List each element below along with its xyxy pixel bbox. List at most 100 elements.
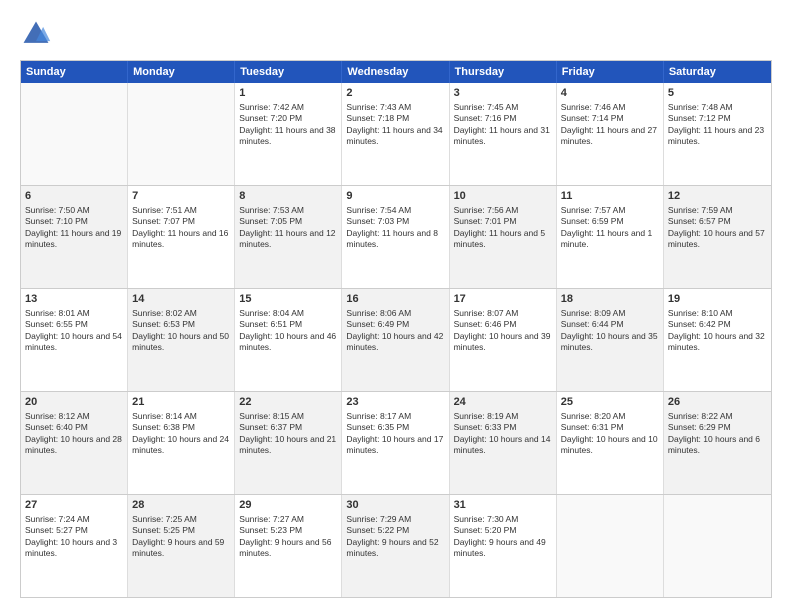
calendar-row-3: 20Sunrise: 8:12 AM Sunset: 6:40 PM Dayli… (21, 391, 771, 494)
cell-info: Sunrise: 7:46 AM Sunset: 7:14 PM Dayligh… (561, 102, 659, 148)
day-number: 13 (25, 292, 123, 307)
calendar-cell-0-6: 5Sunrise: 7:48 AM Sunset: 7:12 PM Daylig… (664, 83, 771, 185)
cell-info: Sunrise: 7:25 AM Sunset: 5:25 PM Dayligh… (132, 514, 230, 560)
day-number: 9 (346, 189, 444, 204)
calendar-cell-2-1: 14Sunrise: 8:02 AM Sunset: 6:53 PM Dayli… (128, 289, 235, 391)
day-number: 27 (25, 498, 123, 513)
day-number: 2 (346, 86, 444, 101)
day-number: 16 (346, 292, 444, 307)
header (20, 18, 772, 50)
calendar-cell-4-3: 30Sunrise: 7:29 AM Sunset: 5:22 PM Dayli… (342, 495, 449, 597)
day-number: 29 (239, 498, 337, 513)
calendar-cell-2-3: 16Sunrise: 8:06 AM Sunset: 6:49 PM Dayli… (342, 289, 449, 391)
calendar-row-2: 13Sunrise: 8:01 AM Sunset: 6:55 PM Dayli… (21, 288, 771, 391)
cell-info: Sunrise: 8:07 AM Sunset: 6:46 PM Dayligh… (454, 308, 552, 354)
day-number: 24 (454, 395, 552, 410)
cell-info: Sunrise: 7:45 AM Sunset: 7:16 PM Dayligh… (454, 102, 552, 148)
header-day-thursday: Thursday (450, 61, 557, 83)
calendar-body: 1Sunrise: 7:42 AM Sunset: 7:20 PM Daylig… (21, 83, 771, 597)
cell-info: Sunrise: 8:02 AM Sunset: 6:53 PM Dayligh… (132, 308, 230, 354)
calendar-row-1: 6Sunrise: 7:50 AM Sunset: 7:10 PM Daylig… (21, 185, 771, 288)
page: SundayMondayTuesdayWednesdayThursdayFrid… (0, 0, 792, 612)
calendar-cell-0-3: 2Sunrise: 7:43 AM Sunset: 7:18 PM Daylig… (342, 83, 449, 185)
cell-info: Sunrise: 7:50 AM Sunset: 7:10 PM Dayligh… (25, 205, 123, 251)
calendar-cell-2-6: 19Sunrise: 8:10 AM Sunset: 6:42 PM Dayli… (664, 289, 771, 391)
calendar-cell-3-2: 22Sunrise: 8:15 AM Sunset: 6:37 PM Dayli… (235, 392, 342, 494)
cell-info: Sunrise: 7:42 AM Sunset: 7:20 PM Dayligh… (239, 102, 337, 148)
day-number: 30 (346, 498, 444, 513)
calendar-cell-1-1: 7Sunrise: 7:51 AM Sunset: 7:07 PM Daylig… (128, 186, 235, 288)
day-number: 15 (239, 292, 337, 307)
calendar-header: SundayMondayTuesdayWednesdayThursdayFrid… (21, 61, 771, 83)
calendar-cell-4-1: 28Sunrise: 7:25 AM Sunset: 5:25 PM Dayli… (128, 495, 235, 597)
day-number: 4 (561, 86, 659, 101)
calendar-cell-1-2: 8Sunrise: 7:53 AM Sunset: 7:05 PM Daylig… (235, 186, 342, 288)
cell-info: Sunrise: 7:57 AM Sunset: 6:59 PM Dayligh… (561, 205, 659, 251)
cell-info: Sunrise: 7:29 AM Sunset: 5:22 PM Dayligh… (346, 514, 444, 560)
day-number: 26 (668, 395, 767, 410)
day-number: 17 (454, 292, 552, 307)
cell-info: Sunrise: 7:48 AM Sunset: 7:12 PM Dayligh… (668, 102, 767, 148)
calendar-cell-2-4: 17Sunrise: 8:07 AM Sunset: 6:46 PM Dayli… (450, 289, 557, 391)
day-number: 3 (454, 86, 552, 101)
day-number: 31 (454, 498, 552, 513)
day-number: 25 (561, 395, 659, 410)
day-number: 6 (25, 189, 123, 204)
cell-info: Sunrise: 7:43 AM Sunset: 7:18 PM Dayligh… (346, 102, 444, 148)
calendar-cell-0-4: 3Sunrise: 7:45 AM Sunset: 7:16 PM Daylig… (450, 83, 557, 185)
cell-info: Sunrise: 7:30 AM Sunset: 5:20 PM Dayligh… (454, 514, 552, 560)
calendar-cell-1-5: 11Sunrise: 7:57 AM Sunset: 6:59 PM Dayli… (557, 186, 664, 288)
cell-info: Sunrise: 8:14 AM Sunset: 6:38 PM Dayligh… (132, 411, 230, 457)
calendar-cell-1-4: 10Sunrise: 7:56 AM Sunset: 7:01 PM Dayli… (450, 186, 557, 288)
calendar-cell-3-5: 25Sunrise: 8:20 AM Sunset: 6:31 PM Dayli… (557, 392, 664, 494)
header-day-monday: Monday (128, 61, 235, 83)
header-day-wednesday: Wednesday (342, 61, 449, 83)
cell-info: Sunrise: 8:01 AM Sunset: 6:55 PM Dayligh… (25, 308, 123, 354)
cell-info: Sunrise: 8:09 AM Sunset: 6:44 PM Dayligh… (561, 308, 659, 354)
logo (20, 18, 56, 50)
calendar-cell-3-3: 23Sunrise: 8:17 AM Sunset: 6:35 PM Dayli… (342, 392, 449, 494)
day-number: 23 (346, 395, 444, 410)
day-number: 22 (239, 395, 337, 410)
calendar-row-4: 27Sunrise: 7:24 AM Sunset: 5:27 PM Dayli… (21, 494, 771, 597)
cell-info: Sunrise: 7:54 AM Sunset: 7:03 PM Dayligh… (346, 205, 444, 251)
cell-info: Sunrise: 7:27 AM Sunset: 5:23 PM Dayligh… (239, 514, 337, 560)
calendar-cell-3-0: 20Sunrise: 8:12 AM Sunset: 6:40 PM Dayli… (21, 392, 128, 494)
calendar-cell-0-1 (128, 83, 235, 185)
cell-info: Sunrise: 8:04 AM Sunset: 6:51 PM Dayligh… (239, 308, 337, 354)
day-number: 21 (132, 395, 230, 410)
calendar-cell-3-6: 26Sunrise: 8:22 AM Sunset: 6:29 PM Dayli… (664, 392, 771, 494)
calendar-cell-0-2: 1Sunrise: 7:42 AM Sunset: 7:20 PM Daylig… (235, 83, 342, 185)
cell-info: Sunrise: 8:06 AM Sunset: 6:49 PM Dayligh… (346, 308, 444, 354)
calendar-cell-1-0: 6Sunrise: 7:50 AM Sunset: 7:10 PM Daylig… (21, 186, 128, 288)
cell-info: Sunrise: 8:12 AM Sunset: 6:40 PM Dayligh… (25, 411, 123, 457)
header-day-friday: Friday (557, 61, 664, 83)
day-number: 12 (668, 189, 767, 204)
day-number: 1 (239, 86, 337, 101)
cell-info: Sunrise: 8:15 AM Sunset: 6:37 PM Dayligh… (239, 411, 337, 457)
calendar-cell-4-5 (557, 495, 664, 597)
day-number: 10 (454, 189, 552, 204)
logo-icon (20, 18, 52, 50)
cell-info: Sunrise: 7:59 AM Sunset: 6:57 PM Dayligh… (668, 205, 767, 251)
calendar-cell-1-3: 9Sunrise: 7:54 AM Sunset: 7:03 PM Daylig… (342, 186, 449, 288)
header-day-saturday: Saturday (664, 61, 771, 83)
calendar-row-0: 1Sunrise: 7:42 AM Sunset: 7:20 PM Daylig… (21, 83, 771, 185)
cell-info: Sunrise: 8:10 AM Sunset: 6:42 PM Dayligh… (668, 308, 767, 354)
calendar-cell-1-6: 12Sunrise: 7:59 AM Sunset: 6:57 PM Dayli… (664, 186, 771, 288)
calendar-cell-0-0 (21, 83, 128, 185)
day-number: 19 (668, 292, 767, 307)
day-number: 8 (239, 189, 337, 204)
calendar: SundayMondayTuesdayWednesdayThursdayFrid… (20, 60, 772, 598)
calendar-cell-0-5: 4Sunrise: 7:46 AM Sunset: 7:14 PM Daylig… (557, 83, 664, 185)
cell-info: Sunrise: 7:51 AM Sunset: 7:07 PM Dayligh… (132, 205, 230, 251)
header-day-tuesday: Tuesday (235, 61, 342, 83)
calendar-cell-2-2: 15Sunrise: 8:04 AM Sunset: 6:51 PM Dayli… (235, 289, 342, 391)
calendar-cell-4-0: 27Sunrise: 7:24 AM Sunset: 5:27 PM Dayli… (21, 495, 128, 597)
calendar-cell-4-4: 31Sunrise: 7:30 AM Sunset: 5:20 PM Dayli… (450, 495, 557, 597)
calendar-cell-4-2: 29Sunrise: 7:27 AM Sunset: 5:23 PM Dayli… (235, 495, 342, 597)
cell-info: Sunrise: 7:53 AM Sunset: 7:05 PM Dayligh… (239, 205, 337, 251)
header-day-sunday: Sunday (21, 61, 128, 83)
cell-info: Sunrise: 8:19 AM Sunset: 6:33 PM Dayligh… (454, 411, 552, 457)
day-number: 18 (561, 292, 659, 307)
